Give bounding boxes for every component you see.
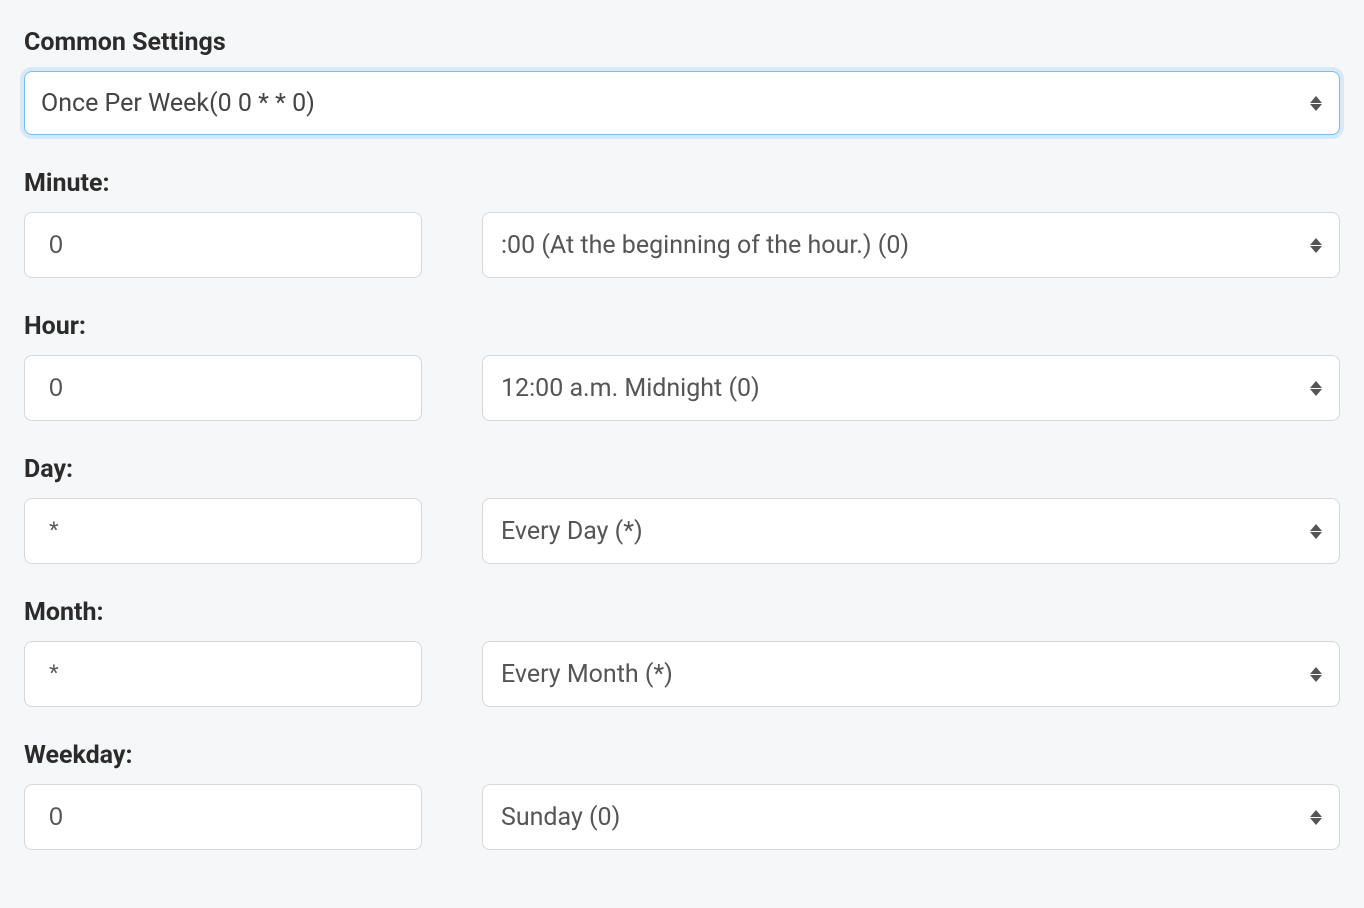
- stepper-icon: [1309, 96, 1323, 111]
- hour-label: Hour:: [24, 312, 1340, 341]
- hour-select-value: 12:00 a.m. Midnight (0): [501, 374, 760, 403]
- month-select-value: Every Month (*): [501, 660, 673, 689]
- common-settings-heading: Common Settings: [24, 28, 1340, 57]
- minute-select[interactable]: :00 (At the beginning of the hour.) (0): [482, 212, 1340, 278]
- stepper-icon: [1309, 667, 1323, 682]
- day-input[interactable]: [24, 498, 422, 564]
- common-settings-select-value: Once Per Week(0 0 * * 0): [41, 89, 315, 118]
- day-label: Day:: [24, 455, 1340, 484]
- common-settings-select[interactable]: Once Per Week(0 0 * * 0): [24, 71, 1340, 135]
- day-select-value: Every Day (*): [501, 517, 643, 546]
- stepper-icon: [1309, 381, 1323, 396]
- stepper-icon: [1309, 810, 1323, 825]
- month-label: Month:: [24, 598, 1340, 627]
- month-select[interactable]: Every Month (*): [482, 641, 1340, 707]
- day-select[interactable]: Every Day (*): [482, 498, 1340, 564]
- month-input[interactable]: [24, 641, 422, 707]
- weekday-select-value: Sunday (0): [501, 803, 620, 832]
- minute-input[interactable]: [24, 212, 422, 278]
- stepper-icon: [1309, 524, 1323, 539]
- hour-input[interactable]: [24, 355, 422, 421]
- stepper-icon: [1309, 238, 1323, 253]
- weekday-select[interactable]: Sunday (0): [482, 784, 1340, 850]
- minute-select-value: :00 (At the beginning of the hour.) (0): [501, 231, 909, 260]
- weekday-label: Weekday:: [24, 741, 1340, 770]
- hour-select[interactable]: 12:00 a.m. Midnight (0): [482, 355, 1340, 421]
- minute-label: Minute:: [24, 169, 1340, 198]
- weekday-input[interactable]: [24, 784, 422, 850]
